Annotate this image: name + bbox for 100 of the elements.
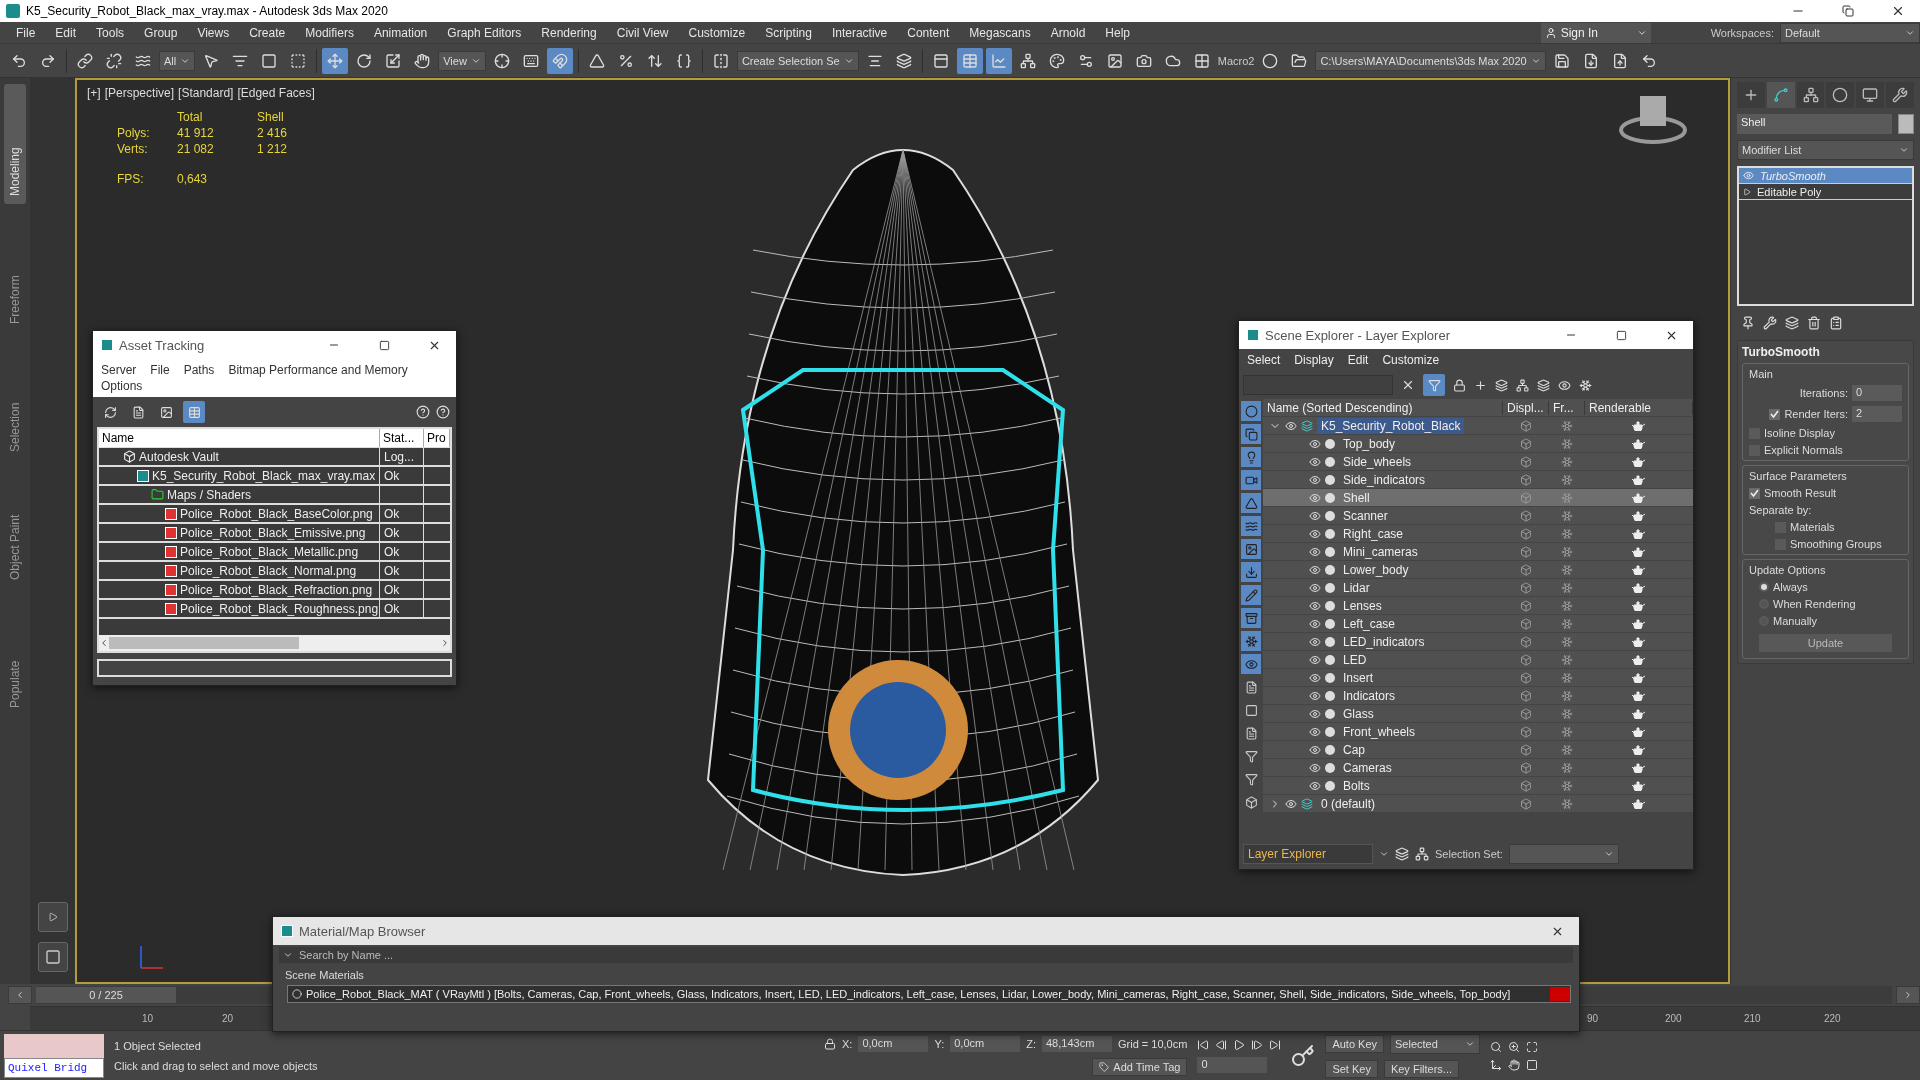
ribbon-tab[interactable]: Populate <box>4 596 26 716</box>
toolbar-dropdown[interactable]: View <box>438 50 486 71</box>
object-row[interactable]: Mini_cameras <box>1263 543 1693 561</box>
search-field[interactable]: Search by Name ... <box>279 947 1573 963</box>
iterations-field[interactable]: 0 <box>1852 385 1902 401</box>
object-row[interactable]: Cameras <box>1263 759 1693 777</box>
asset-row[interactable]: Police_Robot_Black_Normal.png <box>99 562 380 579</box>
menu-item[interactable]: Create <box>239 21 296 44</box>
coord-field[interactable]: 48,143cm <box>1042 1035 1112 1052</box>
menu-item[interactable]: Help <box>1095 21 1141 44</box>
explorer-mode-dropdown[interactable]: Layer Explorer <box>1243 844 1373 864</box>
modifier-list-dropdown[interactable]: Modifier List <box>1737 140 1914 160</box>
asset-row[interactable]: Police_Robot_Black_BaseColor.png <box>99 505 380 522</box>
current-frame-field[interactable]: 0 <box>1197 1056 1268 1073</box>
rollout-title[interactable]: TurboSmooth <box>1742 345 1909 359</box>
menu-item[interactable]: Paths <box>183 363 215 377</box>
listener-field[interactable]: Quixel Bridg <box>4 1057 104 1078</box>
object-row[interactable]: Side_indicators <box>1263 471 1693 489</box>
group-header[interactable]: Scene Materials <box>273 965 1579 985</box>
object-row[interactable]: Scanner <box>1263 507 1693 525</box>
object-row[interactable]: Lidar <box>1263 579 1693 597</box>
object-row[interactable]: Bolts <box>1263 777 1693 795</box>
key-filters-button[interactable]: Key Filters... <box>1383 1059 1460 1078</box>
menu-item[interactable]: Edit <box>45 21 87 44</box>
coord-field[interactable]: 0,0cm <box>950 1035 1021 1052</box>
menu-item[interactable]: Select <box>1247 353 1281 367</box>
object-row[interactable]: Right_case <box>1263 525 1693 543</box>
layer-name[interactable]: K5_Security_Robot_Black <box>1317 417 1465 434</box>
set-key-button[interactable]: Set Key <box>1325 1059 1378 1078</box>
menu-item[interactable]: File <box>6 21 46 44</box>
column-header[interactable]: Displ... <box>1503 400 1549 415</box>
asset-row[interactable]: Police_Robot_Black_Roughness.png <box>99 600 380 617</box>
asset-row[interactable]: K5_Security_Robot_Black_max_vray.max <box>99 467 380 484</box>
object-row[interactable]: Lower_body <box>1263 561 1693 579</box>
coord-field[interactable]: 0,0cm <box>858 1035 929 1052</box>
object-row[interactable]: Top_body <box>1263 435 1693 453</box>
menu-item[interactable]: Graph Editors <box>437 21 532 44</box>
asset-row[interactable]: Autodesk Vault <box>99 448 380 465</box>
menu-item[interactable]: Edit <box>1347 353 1369 367</box>
menu-item[interactable]: Server <box>101 363 137 377</box>
menu-item[interactable]: Options <box>101 379 143 393</box>
object-row[interactable]: Shell <box>1263 489 1693 507</box>
add-time-tag-button[interactable]: Add Time Tag <box>1092 1057 1188 1076</box>
render-iters-field[interactable]: 2 <box>1852 406 1902 422</box>
column-header[interactable]: Name <box>99 429 380 447</box>
viewport-menu-label[interactable]: [Standard] <box>178 86 234 100</box>
menu-item[interactable]: Civil View <box>606 21 679 44</box>
sign-in-button[interactable]: Sign In <box>1540 22 1651 43</box>
object-row[interactable]: Glass <box>1263 705 1693 723</box>
menu-item[interactable]: Megascans <box>959 21 1041 44</box>
modifier-stack-item[interactable]: Editable Poly <box>1739 184 1912 200</box>
toolbar-dropdown[interactable]: All <box>159 50 196 71</box>
menu-item[interactable]: File <box>150 363 170 377</box>
object-name-field[interactable]: Shell <box>1737 114 1892 134</box>
layer-name[interactable]: 0 (default) <box>1317 795 1380 812</box>
menu-item[interactable]: Arnold <box>1040 21 1096 44</box>
object-row[interactable]: Lenses <box>1263 597 1693 615</box>
asset-row[interactable]: Maps / Shaders <box>99 486 380 503</box>
asset-row[interactable]: Police_Robot_Black_Emissive.png <box>99 524 380 541</box>
menu-item[interactable]: Content <box>897 21 960 44</box>
object-row[interactable]: LED_indicators <box>1263 633 1693 651</box>
menu-item[interactable]: Interactive <box>821 21 898 44</box>
asset-row[interactable]: Police_Robot_Black_Refraction.png <box>99 581 380 598</box>
ribbon-tab[interactable]: Modeling <box>4 84 26 204</box>
object-row[interactable]: Front_wheels <box>1263 723 1693 741</box>
update-button[interactable]: Update <box>1759 634 1892 652</box>
auto-key-button[interactable]: Auto Key <box>1325 1034 1384 1053</box>
menu-item[interactable]: Display <box>1294 353 1334 367</box>
viewport-menu-label[interactable]: [+] <box>87 86 101 100</box>
ribbon-tab[interactable]: Selection <box>4 340 26 460</box>
column-header[interactable]: Name (Sorted Descending) <box>1263 400 1503 415</box>
key-mode-dropdown[interactable]: Selected <box>1390 1033 1480 1054</box>
time-slider-thumb[interactable]: 0 / 225 <box>36 987 176 1003</box>
object-row[interactable]: Cap <box>1263 741 1693 759</box>
object-row[interactable]: Insert <box>1263 669 1693 687</box>
menu-item[interactable]: Customize <box>678 21 756 44</box>
toolbar-dropdown[interactable]: C:\Users\MAYA\Documents\3ds Max 2020 <box>1315 50 1546 71</box>
material-item[interactable]: Police_Robot_Black_MAT ( VRayMtl ) [Bolts, Cameras, Cap, Front_wheels, Glass, Indicators, Insert, LED, LED_indicators, Left_case, Lenses, Lidar, Lower_body, Mini_cameras, Right_case, Scanner, Shell, Side_indicators, Side_wheels, Top_body] <box>287 985 1571 1003</box>
object-row[interactable]: Indicators <box>1263 687 1693 705</box>
menu-item[interactable]: Bitmap Performance and Memory <box>228 363 408 377</box>
menu-item[interactable]: Customize <box>1382 353 1440 367</box>
column-header[interactable]: Renderable <box>1585 400 1693 415</box>
menu-item[interactable]: Views <box>187 21 240 44</box>
workspace-dropdown[interactable]: Default <box>1780 22 1920 43</box>
ribbon-tab[interactable]: Freeform <box>4 212 26 332</box>
menu-item[interactable]: Rendering <box>531 21 607 44</box>
macro-label[interactable]: Macro2 <box>1217 54 1255 67</box>
menu-item[interactable]: Group <box>134 21 188 44</box>
column-header[interactable]: Fr... <box>1549 400 1585 415</box>
menu-item[interactable]: Animation <box>363 21 438 44</box>
viewport-menu-label[interactable]: [Perspective] <box>104 86 175 100</box>
viewport-menu-label[interactable]: [Edged Faces] <box>237 86 315 100</box>
object-row[interactable]: Left_case <box>1263 615 1693 633</box>
ribbon-tab[interactable]: Object Paint <box>4 468 26 588</box>
object-row[interactable]: Side_wheels <box>1263 453 1693 471</box>
column-header[interactable]: Pro <box>424 429 450 447</box>
toolbar-dropdown[interactable]: Create Selection Se <box>736 50 859 71</box>
column-header[interactable]: Stat... <box>380 429 424 447</box>
menu-item[interactable]: Scripting <box>755 21 822 44</box>
asset-row[interactable]: Police_Robot_Black_Metallic.png <box>99 543 380 560</box>
